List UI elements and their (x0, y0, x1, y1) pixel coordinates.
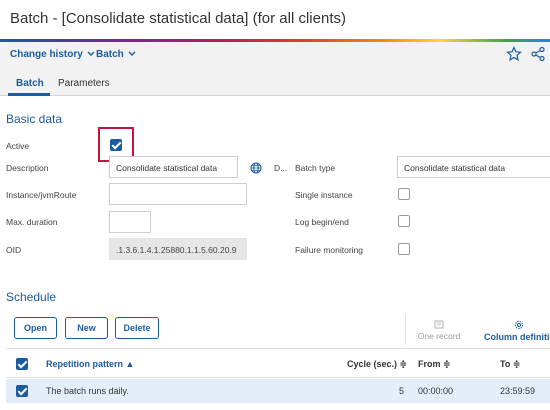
batch-type-label: Batch type (295, 163, 336, 173)
star-icon[interactable] (506, 46, 524, 64)
single-instance-checkbox[interactable] (398, 188, 410, 200)
chevron-down-icon (128, 49, 136, 60)
row-cycle: 5 (399, 386, 405, 396)
failure-monitoring-label: Failure monitoring (295, 245, 364, 255)
failure-monitoring-checkbox[interactable] (398, 243, 410, 255)
column-header-pattern[interactable]: Repetition pattern ▲ (46, 359, 134, 369)
basic-data-heading: Basic data (6, 112, 63, 126)
oid-field: .1.3.6.1.4.1.25880.1.1.5.60.20.9 (109, 238, 247, 260)
active-label: Active (6, 141, 30, 151)
share-icon[interactable] (530, 46, 548, 64)
single-instance-label: Single instance (295, 190, 353, 200)
tab-bar: Batch Parameters (0, 68, 550, 96)
open-button[interactable]: Open (14, 317, 57, 339)
table-row[interactable]: The batch runs daily. 5 00:00:00 23:59:5… (6, 379, 550, 403)
change-history-menu[interactable]: Change history (10, 49, 95, 60)
gear-icon (484, 320, 550, 332)
oid-label: OID (6, 245, 22, 255)
delete-button[interactable]: Delete (115, 317, 159, 339)
toolbar-divider (405, 315, 406, 345)
tab-batch[interactable]: Batch (16, 78, 44, 89)
tab-parameters[interactable]: Parameters (58, 78, 110, 89)
schedule-heading: Schedule (6, 290, 57, 304)
single-record-icon (414, 320, 464, 331)
column-header-from[interactable]: From ≑ (418, 359, 451, 370)
max-duration-field[interactable] (109, 211, 151, 233)
description-label: Description (6, 163, 49, 173)
toolbar: Change history Batch (0, 42, 550, 68)
row-checkbox[interactable] (16, 385, 28, 397)
log-begin-end-label: Log begin/end (295, 217, 349, 227)
max-duration-label: Max. duration (6, 217, 58, 227)
instance-field[interactable] (109, 183, 247, 205)
schedule-table-header: Repetition pattern ▲ Cycle (sec.) ≑ From… (6, 348, 550, 378)
chevron-down-icon (87, 49, 95, 60)
batch-type-field[interactable]: Consolidate statistical data (397, 156, 550, 178)
column-definition-button[interactable]: Column definiti (484, 320, 550, 342)
description-truncated-label: D... (274, 163, 288, 173)
batch-menu-label: Batch (96, 49, 124, 60)
globe-icon[interactable] (250, 161, 262, 174)
select-all-checkbox[interactable] (16, 358, 28, 370)
batch-menu[interactable]: Batch (96, 49, 136, 60)
active-checkbox[interactable] (110, 139, 122, 151)
log-begin-end-checkbox[interactable] (398, 215, 410, 227)
one-record-label: One record (417, 331, 461, 341)
row-pattern: The batch runs daily. (46, 386, 129, 396)
row-to: 23:59:59 (500, 386, 536, 396)
column-definition-label: Column definiti (484, 332, 550, 342)
active-tab-indicator (8, 93, 50, 96)
window-title: Batch - [Consolidate statistical data] (… (10, 10, 346, 27)
new-button[interactable]: New (65, 317, 108, 339)
column-header-to[interactable]: To ≑ (500, 359, 520, 370)
one-record-button: One record (414, 320, 464, 341)
title-bar: Batch - [Consolidate statistical data] (… (0, 0, 550, 40)
description-field[interactable]: Consolidate statistical data (109, 156, 238, 178)
instance-label: Instance/jvmRoute (6, 190, 77, 200)
column-header-cycle[interactable]: Cycle (sec.) ≑ (347, 359, 407, 370)
row-from: 00:00:00 (418, 386, 454, 396)
change-history-label: Change history (10, 49, 83, 60)
